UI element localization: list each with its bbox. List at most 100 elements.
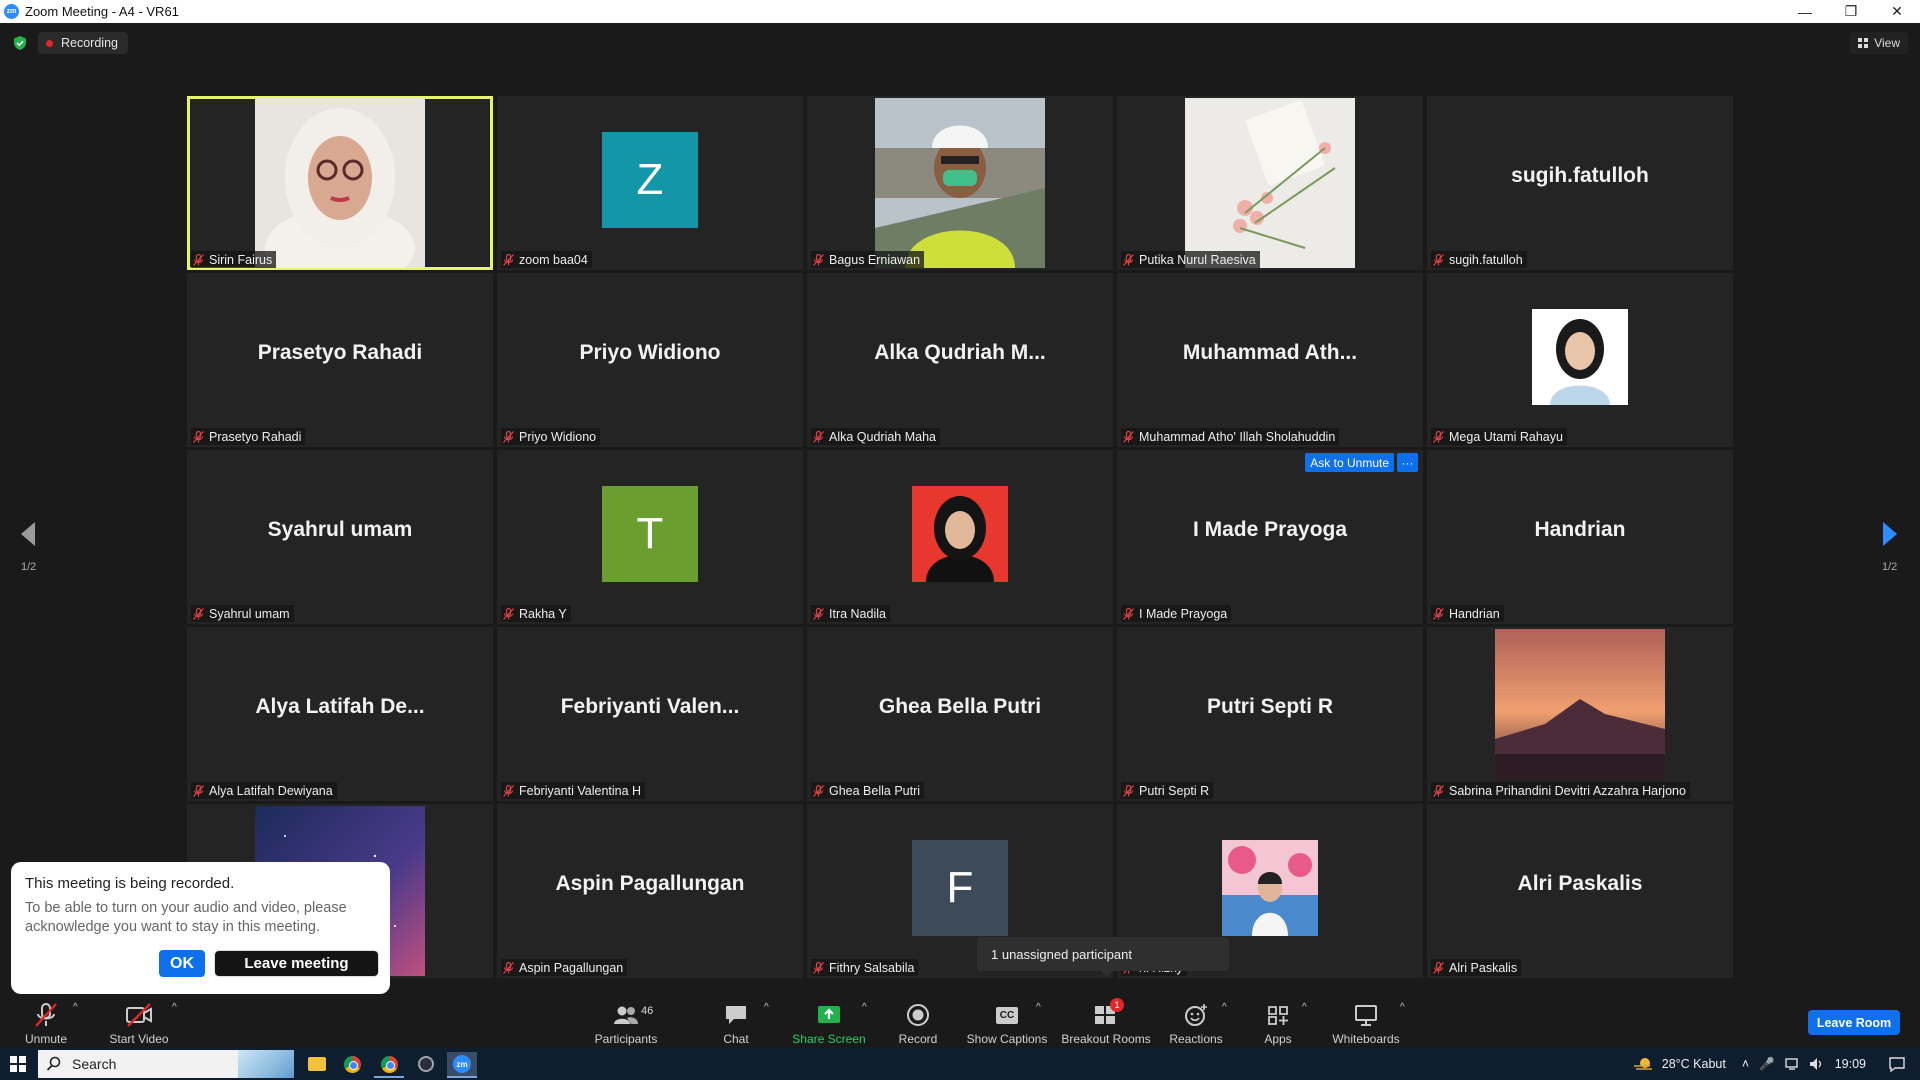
clock-time[interactable]: 19:09: [1835, 1057, 1866, 1071]
video-options-caret-icon[interactable]: ^: [172, 1002, 177, 1013]
participant-name-label: Itra Nadila: [811, 605, 890, 622]
windows-start-icon[interactable]: [10, 1056, 26, 1072]
start-video-button[interactable]: Start Video: [104, 994, 174, 1048]
weather-text[interactable]: 28°C Kabut: [1662, 1057, 1726, 1071]
reactions-button[interactable]: Reactions: [1168, 994, 1224, 1048]
participant-tile[interactable]: Bagus Erniawan: [807, 96, 1113, 270]
leave-room-button[interactable]: Leave Room: [1808, 1010, 1900, 1035]
participant-initial-avatar: Z: [602, 132, 698, 228]
recording-indicator[interactable]: Recording: [38, 32, 128, 54]
participant-initial-avatar: F: [912, 840, 1008, 936]
network-icon[interactable]: [1785, 1057, 1801, 1071]
weather-haze-icon[interactable]: [1632, 1056, 1654, 1072]
apps-button[interactable]: Apps: [1260, 994, 1296, 1048]
participant-tile[interactable]: Zzoom baa04: [497, 96, 803, 270]
start-video-label: Start Video: [109, 1032, 169, 1046]
participant-tile[interactable]: Febriyanti Valen... Febriyanti Valentina …: [497, 627, 803, 801]
show-captions-label: Show Captions: [966, 1032, 1048, 1046]
encryption-shield-icon[interactable]: [12, 35, 28, 51]
participant-name-label: Syahrul umam: [191, 605, 294, 622]
participants-button[interactable]: Participants: [594, 994, 658, 1048]
captions-options-caret-icon[interactable]: ^: [1036, 1002, 1041, 1013]
participant-video: [1495, 629, 1665, 779]
share-screen-button[interactable]: Share Screen: [792, 994, 866, 1048]
tray-chevron-icon[interactable]: ˄: [1742, 1057, 1749, 1071]
participant-tile[interactable]: Muhammad Ath... Muhammad Atho' Illah Shol…: [1117, 273, 1423, 447]
participant-tile[interactable]: Priyo Widiono Priyo Widiono: [497, 273, 803, 447]
record-label: Record: [898, 1032, 938, 1046]
participant-name-text: Bagus Erniawan: [829, 252, 921, 267]
participant-tile[interactable]: Syahrul umam Syahrul umam: [187, 450, 493, 624]
reactions-options-caret-icon[interactable]: ^: [1222, 1002, 1227, 1013]
muted-mic-icon: [1123, 430, 1134, 443]
notifications-icon[interactable]: [1888, 1056, 1906, 1072]
participant-tile[interactable]: Alya Latifah De... Alya Latifah Dewiyana: [187, 627, 493, 801]
participant-name-label: Prasetyo Rahadi: [191, 428, 306, 445]
participant-name-label: zoom baa04: [501, 251, 592, 268]
participant-name-text: Sirin Fairus: [209, 252, 273, 267]
zoom-taskbar-icon[interactable]: zm: [447, 1052, 477, 1078]
ok-button[interactable]: OK: [159, 950, 205, 977]
participant-name-text: Ghea Bella Putri: [829, 783, 921, 798]
chrome-profile-taskbar-icon[interactable]: [374, 1052, 404, 1078]
participant-tile[interactable]: Putri Septi R Putri Septi R: [1117, 627, 1423, 801]
participant-tile[interactable]: Putika Nurul Raesiva: [1117, 96, 1423, 270]
chat-button[interactable]: Chat: [714, 994, 758, 1048]
participant-tile[interactable]: Aspin Pagallungan Aspin Pagallungan: [497, 804, 803, 978]
obs-taskbar-icon[interactable]: [411, 1052, 441, 1076]
participant-tile[interactable]: Alka Qudriah M... Alka Qudriah Maha: [807, 273, 1113, 447]
participant-tile[interactable]: Sabrina Prihandini Devitri Azzahra Harjo…: [1427, 627, 1733, 801]
participant-video: [1532, 309, 1628, 405]
participant-name-label: Sirin Fairus: [191, 251, 277, 268]
reactions-label: Reactions: [1169, 1032, 1223, 1046]
apps-options-caret-icon[interactable]: ^: [1302, 1002, 1307, 1013]
ask-to-unmute-button[interactable]: Ask to Unmute: [1305, 453, 1394, 472]
restore-button[interactable]: ❐: [1828, 0, 1874, 23]
muted-mic-icon: [503, 607, 514, 620]
taskbar-search-placeholder: Search: [72, 1056, 117, 1072]
microphone-tray-icon[interactable]: 🎤: [1759, 1057, 1775, 1072]
muted-mic-icon: [193, 607, 204, 620]
chrome-taskbar-icon[interactable]: [337, 1052, 367, 1076]
previous-page-arrow-icon[interactable]: [18, 520, 38, 548]
tile-more-options-button[interactable]: ···: [1397, 453, 1418, 472]
close-button[interactable]: ✕: [1874, 0, 1920, 23]
participant-name-text: Alya Latifah Dewiyana: [209, 783, 333, 798]
participant-tile[interactable]: Ghea Bella Putri Ghea Bella Putri: [807, 627, 1113, 801]
window-titlebar: zm Zoom Meeting - A4 - VR61 — ❐ ✕: [0, 0, 1920, 23]
whiteboards-options-caret-icon[interactable]: ^: [1400, 1002, 1405, 1013]
unmute-button[interactable]: Unmute: [18, 994, 74, 1048]
chat-icon: [726, 1006, 746, 1024]
participant-name-text: Alri Paskalis: [1449, 960, 1518, 975]
participant-tile[interactable]: Alri Paskalis Alri Paskalis: [1427, 804, 1733, 978]
taskbar-search-box[interactable]: Search: [38, 1050, 294, 1078]
record-button[interactable]: Record: [896, 994, 940, 1048]
participant-tile[interactable]: T Rakha Y: [497, 450, 803, 624]
whiteboards-button[interactable]: Whiteboards: [1330, 994, 1402, 1048]
participant-tile[interactable]: Handrian Handrian: [1427, 450, 1733, 624]
view-button[interactable]: View: [1850, 32, 1908, 54]
participant-tile[interactable]: Itra Nadila: [807, 450, 1113, 624]
window-title: Zoom Meeting - A4 - VR61: [25, 4, 179, 19]
participant-display-name: Alri Paskalis: [1517, 872, 1643, 895]
search-highlight-image: [238, 1050, 294, 1078]
share-options-caret-icon[interactable]: ^: [862, 1002, 867, 1013]
participant-tile[interactable]: Mega Utami Rahayu: [1427, 273, 1733, 447]
audio-options-caret-icon[interactable]: ^: [73, 1002, 78, 1013]
breakout-rooms-button[interactable]: 1 Breakout Rooms: [1060, 994, 1152, 1048]
minimize-button[interactable]: —: [1782, 0, 1828, 23]
participant-name-text: zoom baa04: [519, 252, 588, 267]
participant-tile[interactable]: Prasetyo Rahadi Prasetyo Rahadi: [187, 273, 493, 447]
participant-tile[interactable]: I Made Prayoga Ask to Unmute ··· I Made Pra…: [1117, 450, 1423, 624]
volume-icon[interactable]: [1809, 1057, 1825, 1071]
notice-title: This meeting is being recorded.: [25, 875, 235, 892]
participant-name-label: Alri Paskalis: [1431, 959, 1522, 976]
chat-options-caret-icon[interactable]: ^: [764, 1002, 769, 1013]
leave-meeting-button[interactable]: Leave meeting: [214, 950, 379, 977]
file-explorer-taskbar-icon[interactable]: [302, 1052, 332, 1076]
next-page-arrow-icon[interactable]: [1880, 520, 1900, 548]
participant-tile[interactable]: Sirin Fairus: [187, 96, 493, 270]
participant-tile[interactable]: sugih.fatulloh sugih.fatulloh: [1427, 96, 1733, 270]
zoom-app-icon: zm: [4, 4, 19, 19]
participant-video: [875, 98, 1045, 268]
